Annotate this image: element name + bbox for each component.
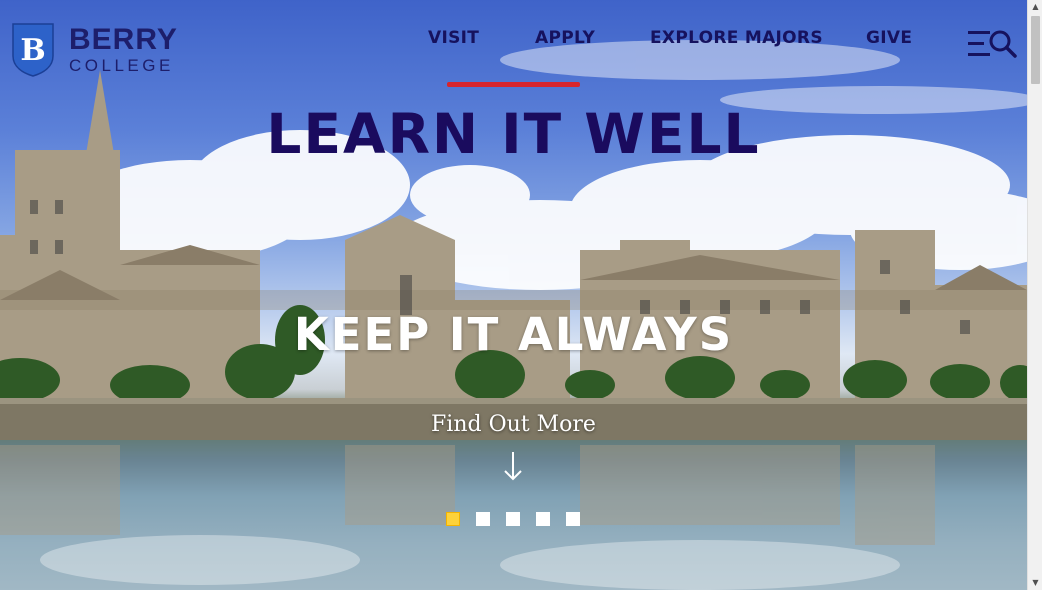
hero-subline: KEEP IT ALWAYS <box>293 308 734 361</box>
main-nav: VISIT APPLY EXPLORE MAJORS GIVE <box>0 28 1027 54</box>
search-icon <box>989 30 1017 58</box>
page-scrollbar[interactable]: ▲ ▼ <box>1027 0 1042 590</box>
find-out-more-link-wrap: Find Out More <box>0 412 1027 437</box>
find-out-more-link[interactable]: Find Out More <box>431 412 596 437</box>
slide-dot-3[interactable] <box>506 512 520 526</box>
nav-visit[interactable]: VISIT <box>428 28 479 48</box>
menu-search-button[interactable] <box>966 28 1018 60</box>
accent-divider <box>447 82 580 87</box>
scrollbar-thumb[interactable] <box>1031 16 1040 84</box>
nav-explore-majors[interactable]: EXPLORE MAJORS <box>650 28 823 48</box>
arrow-down-icon[interactable] <box>503 450 523 482</box>
hero-headline: LEARN IT WELL <box>266 102 761 166</box>
slide-dot-5[interactable] <box>566 512 580 526</box>
campus-photo <box>0 40 1027 590</box>
nav-apply[interactable]: APPLY <box>535 28 595 48</box>
hero-banner <box>0 0 1027 590</box>
slide-indicators <box>446 512 596 526</box>
slide-dot-4[interactable] <box>536 512 550 526</box>
brand-name-line2: COLLEGE <box>69 56 174 75</box>
nav-give[interactable]: GIVE <box>866 28 912 48</box>
scroll-up-icon[interactable]: ▲ <box>1028 0 1042 14</box>
slide-dot-1[interactable] <box>446 512 460 526</box>
hamburger-menu-icon <box>968 30 1017 58</box>
slide-dot-2[interactable] <box>476 512 490 526</box>
scroll-down-icon[interactable]: ▼ <box>1028 576 1042 590</box>
